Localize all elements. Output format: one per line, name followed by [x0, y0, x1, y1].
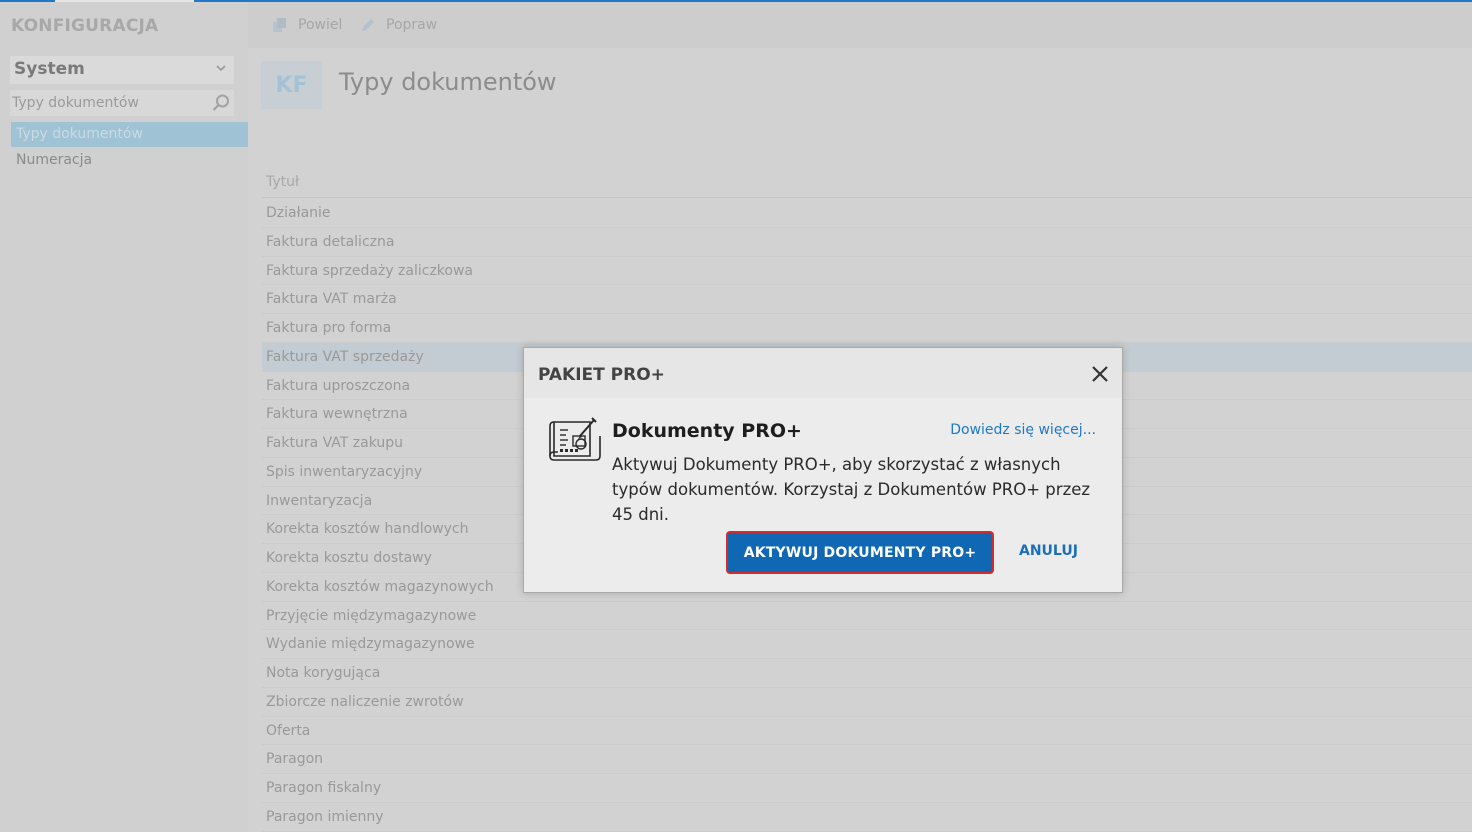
page-title: Typy dokumentów	[339, 68, 557, 96]
duplicate-label: Powiel	[298, 17, 343, 33]
product-title: Dokumenty PRO+	[612, 420, 802, 442]
table-row[interactable]: Faktura sprzedaży zaliczkowa	[262, 257, 1472, 286]
close-icon[interactable]	[1090, 364, 1110, 384]
dialog-title: PAKIET PRO+	[538, 365, 665, 385]
app-title: KONFIGURACJA	[11, 16, 159, 36]
document-design-icon	[549, 417, 601, 461]
dialog-header: PAKIET PRO+	[524, 348, 1122, 398]
activate-button[interactable]: AKTYWUJ DOKUMENTY PRO+	[726, 531, 994, 574]
table-row[interactable]: Zbiorcze naliczenie zwrotów	[262, 688, 1472, 717]
sidebar-item-numbering[interactable]: Numeracja	[11, 148, 248, 173]
table-row[interactable]: Faktura pro forma	[262, 314, 1472, 343]
module-badge: KF	[261, 61, 322, 109]
table-row[interactable]: Faktura detaliczna	[262, 228, 1472, 257]
cancel-button[interactable]: ANULUJ	[1019, 543, 1078, 559]
section-dropdown[interactable]: System	[10, 56, 234, 84]
dialog-description: Aktywuj Dokumenty PRO+, aby skorzystać z…	[612, 455, 1091, 524]
column-header-title[interactable]: Tytuł	[262, 168, 1472, 198]
column-header-label: Tytuł	[266, 174, 299, 190]
table-row[interactable]: Faktura VAT marża	[262, 285, 1472, 314]
learn-more-link[interactable]: Dowiedz się więcej...	[950, 422, 1096, 438]
search-icon[interactable]	[211, 93, 231, 113]
table-row[interactable]: Przyjęcie międzymagazynowe	[262, 602, 1472, 631]
toolbar: Powiel Popraw	[248, 2, 1472, 48]
table-row[interactable]: Paragon fiskalny	[262, 774, 1472, 803]
edit-label: Popraw	[386, 17, 438, 33]
duplicate-icon	[273, 18, 286, 32]
search-input[interactable]	[12, 92, 202, 114]
section-label: System	[14, 59, 85, 79]
pencil-icon	[362, 19, 374, 31]
sidebar-item-document-types[interactable]: Typy dokumentów	[11, 122, 248, 147]
table-row[interactable]: Działanie	[262, 199, 1472, 228]
table-row[interactable]: Nota korygująca	[262, 659, 1472, 688]
duplicate-button[interactable]: Powiel	[272, 14, 342, 36]
pro-plus-dialog: PAKIET PRO+ Dokumenty PRO+ Dowiedz się w	[523, 347, 1123, 593]
search-box	[10, 90, 234, 116]
chevron-down-icon	[216, 65, 226, 72]
sidebar: KONFIGURACJA System Typy dokumentów Nume…	[0, 2, 248, 832]
edit-button[interactable]: Popraw	[360, 14, 437, 36]
table-row[interactable]: Paragon	[262, 745, 1472, 774]
table-row[interactable]: Paragon imienny	[262, 803, 1472, 832]
table-row[interactable]: Oferta	[262, 717, 1472, 746]
table-row[interactable]: Wydanie międzymagazynowe	[262, 630, 1472, 659]
